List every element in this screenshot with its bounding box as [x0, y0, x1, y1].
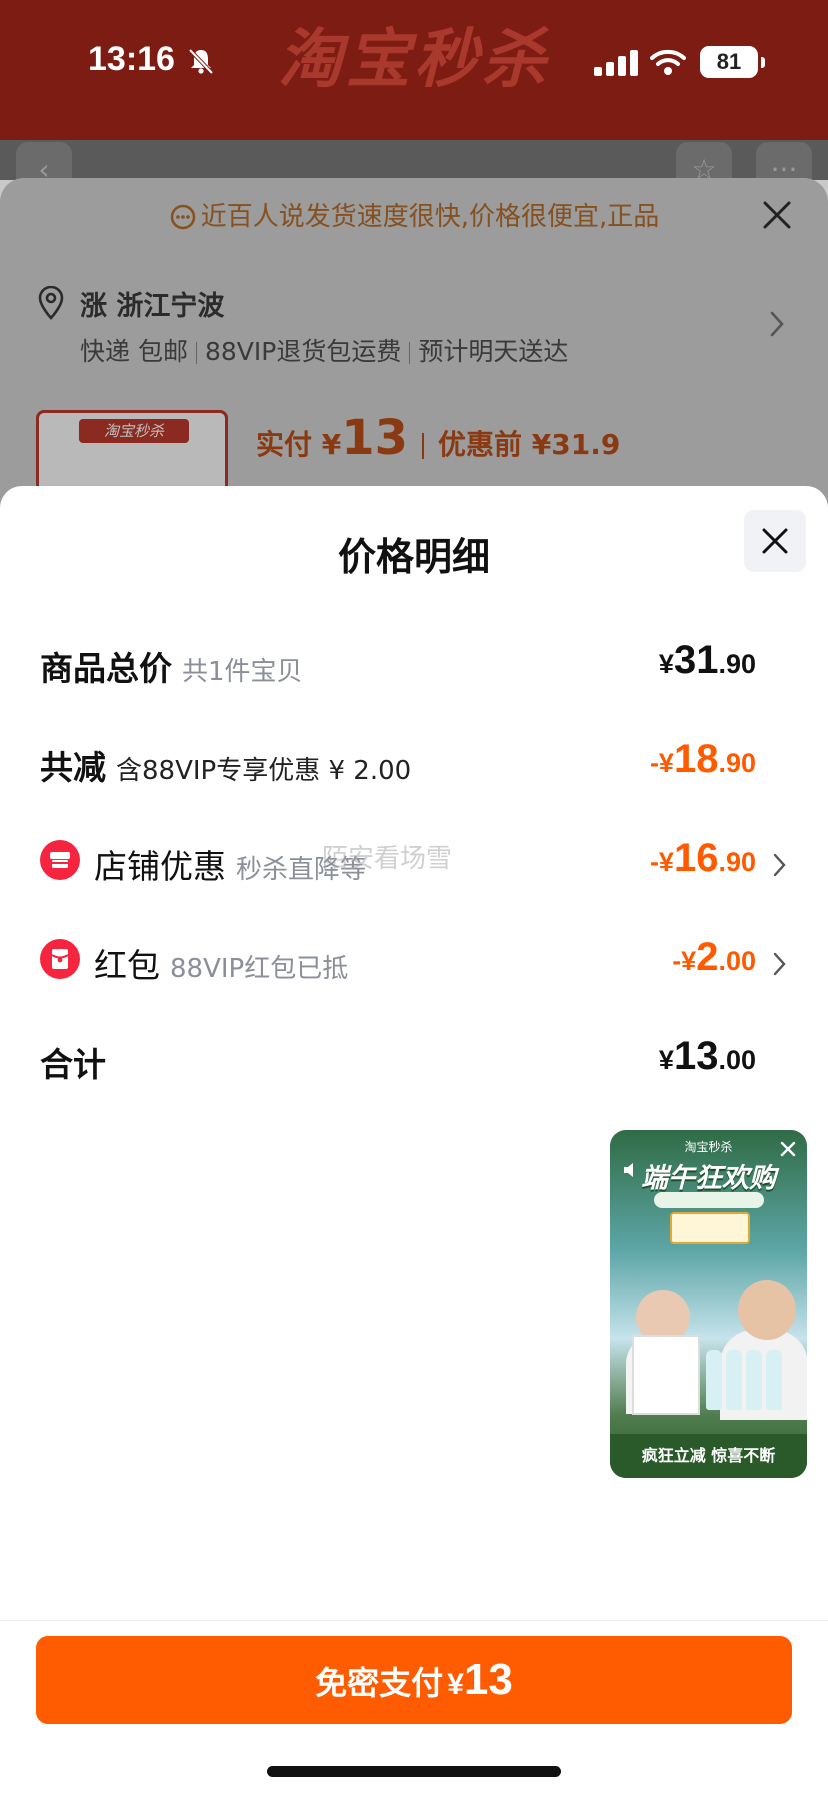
- total-discount-value: -¥18.90: [649, 737, 756, 781]
- shop-icon: [40, 840, 80, 880]
- chevron-right-icon: [773, 853, 786, 877]
- location-pin-icon: [38, 286, 64, 320]
- chat-bubble-icon: [170, 204, 195, 229]
- row-sub: 共1件宝贝: [182, 657, 303, 687]
- chevron-right-icon: [770, 311, 784, 337]
- return-shipping: 88VIP退货包运费: [204, 337, 402, 366]
- grand-total-value: ¥13.00: [658, 1034, 756, 1078]
- water-bottle: [746, 1350, 762, 1410]
- before-discount: 优惠前 ¥31.9: [438, 428, 621, 461]
- item-total-value: ¥31.90: [658, 638, 756, 682]
- video-title: 端午狂欢购: [641, 1163, 776, 1194]
- water-bottle: [706, 1350, 722, 1410]
- thumbnail-tag: 淘宝秒杀: [79, 419, 189, 443]
- host-face: [738, 1280, 796, 1340]
- row-sub: 88VIP红包已抵: [170, 954, 349, 984]
- hint-banner: 近百人说发货速度很快,价格很便宜,正品: [0, 196, 828, 233]
- water-bottle: [766, 1350, 782, 1410]
- row-label: 商品总价: [40, 649, 172, 688]
- chevron-right-icon: [773, 952, 786, 976]
- wifi-icon: [650, 49, 686, 75]
- paid-label: 实付 ¥: [256, 428, 342, 461]
- shipping-method: 快递 包邮: [80, 337, 188, 366]
- live-video-card[interactable]: 淘宝秒杀 端午狂欢购 疯狂立减 惊喜不断: [610, 1130, 807, 1478]
- close-button[interactable]: [744, 510, 806, 572]
- row-label: 合计: [40, 1045, 106, 1084]
- video-product-card: [670, 1212, 750, 1244]
- battery-indicator: 81: [700, 46, 765, 78]
- home-indicator: [267, 1766, 561, 1777]
- sheet-title: 价格明细: [337, 535, 490, 579]
- row-red-packet[interactable]: 红包 88VIP红包已抵 -¥2.00: [40, 931, 788, 991]
- signal-icon: [594, 50, 638, 76]
- video-logo: 淘宝秒杀: [684, 1140, 733, 1154]
- close-icon: [762, 528, 788, 554]
- watermark: 陌安看场雪: [322, 844, 453, 874]
- status-time: 13:16: [88, 40, 175, 78]
- video-subtitle-bar: [654, 1192, 764, 1208]
- pay-amount: 13: [463, 1655, 513, 1704]
- hint-text: 近百人说发货速度很快,价格很便宜,正品: [200, 202, 660, 232]
- video-caption: 疯狂立减 惊喜不断: [610, 1434, 807, 1478]
- water-bottle: [726, 1350, 742, 1410]
- row-sub: 含88VIP专享优惠 ¥ 2.00: [116, 756, 412, 786]
- divider: [0, 1620, 828, 1621]
- shop-discount-value: -¥16.90: [649, 836, 756, 880]
- status-bar: 13:16 81: [0, 0, 828, 120]
- delivery-location: 涨 浙江宁波: [80, 291, 225, 322]
- delivery-estimate: 预计明天送达: [418, 337, 569, 366]
- row-label: 红包: [94, 946, 160, 985]
- shipping-info: 快递 包邮 88VIP退货包运费 预计明天送达: [80, 332, 568, 368]
- row-label: 共减: [40, 748, 106, 787]
- bell-muted-icon: [188, 48, 214, 75]
- pay-button[interactable]: 免密支付 ¥13: [36, 1636, 792, 1724]
- row-grand-total: 合计 ¥13.00: [40, 1030, 788, 1090]
- pay-label: 免密支付: [315, 1664, 444, 1702]
- red-packet-icon: [40, 939, 80, 979]
- red-packet-value: -¥2.00: [672, 935, 756, 979]
- close-icon: [763, 201, 791, 229]
- row-item-total: 商品总价 共1件宝贝 ¥31.90: [40, 634, 788, 694]
- paid-amount: 13: [341, 410, 409, 466]
- whiteboard: [632, 1335, 700, 1415]
- row-label: 店铺优惠: [94, 847, 226, 886]
- background-price: 实付 ¥13 优惠前 ¥31.9: [256, 410, 620, 466]
- pay-currency: ¥: [447, 1668, 464, 1701]
- row-total-discount: 共减 含88VIP专享优惠 ¥ 2.00 -¥18.90: [40, 733, 788, 793]
